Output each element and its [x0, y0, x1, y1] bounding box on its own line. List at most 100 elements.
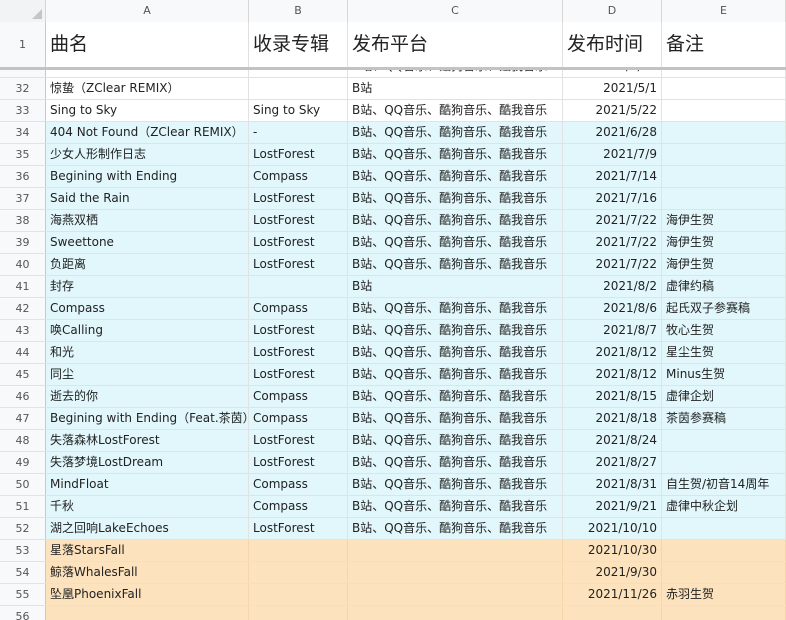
cell-notes[interactable]	[662, 562, 786, 583]
cell-platform[interactable]: B站、QQ音乐、酷狗音乐、酷我音乐	[348, 496, 563, 517]
cell-platform[interactable]: B站、QQ音乐、酷狗音乐、酷我音乐	[348, 386, 563, 407]
row-number[interactable]: 45	[0, 364, 46, 385]
cell-notes[interactable]: 海伊生贺	[662, 210, 786, 231]
cell-title[interactable]	[46, 606, 249, 620]
cell-album[interactable]	[249, 540, 348, 561]
cell-date[interactable]: 2021/5/22	[563, 100, 662, 121]
cell-date[interactable]: 2021/8/15	[563, 386, 662, 407]
row-number[interactable]: 37	[0, 188, 46, 209]
cell-album[interactable]: Compass	[249, 386, 348, 407]
cell-album[interactable]: LostForest	[249, 518, 348, 539]
cell-album[interactable]: LostForest	[249, 452, 348, 473]
cell-platform[interactable]	[348, 606, 563, 620]
cell-notes[interactable]	[662, 518, 786, 539]
row-number[interactable]: 47	[0, 408, 46, 429]
row-number[interactable]: 36	[0, 166, 46, 187]
cell-date[interactable]: 2021/7/22	[563, 254, 662, 275]
cell-platform[interactable]	[348, 584, 563, 605]
cell-notes[interactable]: 茶茵参赛稿	[662, 408, 786, 429]
row-number[interactable]: 1	[0, 22, 46, 67]
cell-album[interactable]: -	[249, 122, 348, 143]
column-header-d[interactable]: D	[563, 0, 662, 22]
cell-title[interactable]: 湖之回响LakeEchoes	[46, 518, 249, 539]
cell-title[interactable]: MindFloat	[46, 474, 249, 495]
cell-title[interactable]: 唤Calling	[46, 320, 249, 341]
cell-notes[interactable]	[662, 606, 786, 620]
row-number[interactable]: 42	[0, 298, 46, 319]
row-number[interactable]: 56	[0, 606, 46, 620]
row-number[interactable]: 48	[0, 430, 46, 451]
cell-date[interactable]: 2021/8/12	[563, 364, 662, 385]
cell-title[interactable]: 404 Not Found（ZClear REMIX）	[46, 122, 249, 143]
cell-title[interactable]: 海燕双栖	[46, 210, 249, 231]
cell-platform[interactable]: B站、QQ音乐、酷狗音乐、酷我音乐	[348, 166, 563, 187]
cell-notes[interactable]	[662, 430, 786, 451]
cell-title[interactable]: 和光	[46, 342, 249, 363]
row-number[interactable]: 32	[0, 78, 46, 99]
cell-date[interactable]: 2021/9/30	[563, 562, 662, 583]
cell-album[interactable]: Compass	[249, 474, 348, 495]
cell-platform[interactable]	[348, 540, 563, 561]
cell-album[interactable]	[249, 78, 348, 99]
cell-date[interactable]: 2021/7/9	[563, 144, 662, 165]
cell-title[interactable]: 千秋	[46, 496, 249, 517]
row-number[interactable]: 41	[0, 276, 46, 297]
cell-title[interactable]: 负距离	[46, 254, 249, 275]
row-number[interactable]: 33	[0, 100, 46, 121]
row-number[interactable]: 44	[0, 342, 46, 363]
cell-album[interactable]	[249, 584, 348, 605]
cell-platform[interactable]: B站、QQ音乐、酷狗音乐、酷我音乐	[348, 430, 563, 451]
cell-title[interactable]: 逝去的你	[46, 386, 249, 407]
cell-date[interactable]: 2021/5/1	[563, 78, 662, 99]
cell-notes[interactable]: 虚律企划	[662, 386, 786, 407]
cell-date[interactable]	[563, 606, 662, 620]
cell-date[interactable]: 2021/8/2	[563, 276, 662, 297]
cell-title[interactable]: Said the Rain	[46, 188, 249, 209]
cell-notes[interactable]: 海伊生贺	[662, 254, 786, 275]
header-cell-date[interactable]: 发布时间	[563, 22, 662, 67]
cell-platform[interactable]: B站、QQ音乐、酷狗音乐、酷我音乐	[348, 188, 563, 209]
cell-album[interactable]	[249, 276, 348, 297]
cell-title[interactable]: Begining with Ending（Feat.茶茵）	[46, 408, 249, 429]
row-number[interactable]: 46	[0, 386, 46, 407]
cell-notes[interactable]	[662, 166, 786, 187]
cell-notes[interactable]	[662, 540, 786, 561]
cell-date[interactable]: 2021/8/7	[563, 320, 662, 341]
cell-notes[interactable]: 星尘生贺	[662, 342, 786, 363]
cell-album[interactable]: Compass	[249, 298, 348, 319]
cell-title[interactable]: Sweettone	[46, 232, 249, 253]
cell-platform[interactable]	[348, 562, 563, 583]
header-cell-title[interactable]: 曲名	[46, 22, 249, 67]
cell-album[interactable]: LostForest	[249, 364, 348, 385]
row-number[interactable]: 54	[0, 562, 46, 583]
cell-album[interactable]: LostForest	[249, 232, 348, 253]
header-cell-platform[interactable]: 发布平台	[348, 22, 563, 67]
cell-date[interactable]: 2021/8/31	[563, 474, 662, 495]
cell-date[interactable]: 2021/9/21	[563, 496, 662, 517]
cell-notes[interactable]	[662, 452, 786, 473]
cell-title[interactable]: Begining with Ending	[46, 166, 249, 187]
cell-notes[interactable]: 自生贺/初音14周年	[662, 474, 786, 495]
cell-album[interactable]: Compass	[249, 408, 348, 429]
row-number[interactable]: 49	[0, 452, 46, 473]
cell-date[interactable]: 2021/8/6	[563, 298, 662, 319]
cell-platform[interactable]: B站、QQ音乐、酷狗音乐、酷我音乐	[348, 408, 563, 429]
cell-notes[interactable]	[662, 144, 786, 165]
cell-platform[interactable]: B站、QQ音乐、酷狗音乐、酷我音乐	[348, 254, 563, 275]
cell-platform[interactable]: B站、QQ音乐、酷狗音乐、酷我音乐	[348, 298, 563, 319]
select-all-corner[interactable]	[0, 0, 46, 22]
column-header-b[interactable]: B	[249, 0, 348, 22]
cell-platform[interactable]: B站、QQ音乐、酷狗音乐、酷我音乐	[348, 474, 563, 495]
cell-album[interactable]: Compass	[249, 496, 348, 517]
row-number[interactable]: 53	[0, 540, 46, 561]
header-cell-album[interactable]: 收录专辑	[249, 22, 348, 67]
cell-date[interactable]: 2021/10/30	[563, 540, 662, 561]
cell-album[interactable]	[249, 562, 348, 583]
column-header-a[interactable]: A	[46, 0, 249, 22]
cell-album[interactable]: LostForest	[249, 320, 348, 341]
cell-notes[interactable]: 牧心生贺	[662, 320, 786, 341]
cell-notes[interactable]: 起氏双子参赛稿	[662, 298, 786, 319]
cell-platform[interactable]: B站、QQ音乐、酷狗音乐、酷我音乐	[348, 342, 563, 363]
row-number[interactable]: 34	[0, 122, 46, 143]
cell-platform[interactable]: B站、QQ音乐、酷狗音乐、酷我音乐	[348, 232, 563, 253]
